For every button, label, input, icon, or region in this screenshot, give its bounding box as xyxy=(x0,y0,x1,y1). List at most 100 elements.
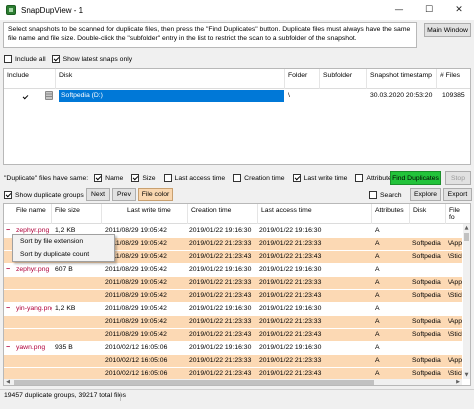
duplicate-group-row[interactable]: − yin-yang.png 1,2 KB 2011/08/29 19:05:42 20… xyxy=(4,303,462,315)
cell-folder: \Apps xyxy=(448,279,462,286)
include-all-label: Include all xyxy=(15,55,46,63)
header-file-folder[interactable]: File fo xyxy=(446,204,470,224)
duplicate-file-row[interactable]: 2011/08/29 19:05:42 2019/01/22 21:23:33 20… xyxy=(4,277,462,289)
scroll-up-icon[interactable]: ▲ xyxy=(463,224,470,232)
cell-write: 2011/08/29 19:05:42 xyxy=(105,292,167,299)
header-disk[interactable]: Disk xyxy=(410,204,446,224)
checkbox-box[interactable] xyxy=(94,174,103,182)
prev-button[interactable]: Prev xyxy=(112,188,136,201)
criteria-access-checkbox[interactable]: Last access time xyxy=(163,174,225,182)
latest-only-checkbox[interactable]: Show latest snaps only xyxy=(51,55,132,63)
explore-button[interactable]: Explore xyxy=(410,188,441,201)
cell-size: 1,2 KB xyxy=(55,305,76,312)
duplicate-file-row[interactable]: 2010/02/12 16:05:06 2019/01/22 21:23:33 20… xyxy=(4,355,462,367)
file-color-button[interactable]: File color xyxy=(138,188,173,201)
horizontal-scrollbar[interactable]: ◀ ▶ xyxy=(4,379,462,385)
snapshot-table-header: Include Disk Folder Subfolder Snapshot t… xyxy=(4,69,470,89)
criteria-name-checkbox[interactable]: Name xyxy=(94,174,123,182)
snapshot-row[interactable]: Softpedia (D:) \ 30.03.2020 20:53:20 109… xyxy=(4,90,470,102)
snapshot-timestamp: 30.03.2020 20:53:20 xyxy=(370,92,433,99)
include-checkbox[interactable] xyxy=(21,92,32,102)
results-toolbar: Show duplicate groups Next Prev File col… xyxy=(4,188,474,202)
status-bar: 19457 duplicate groups, 39217 total file… xyxy=(0,389,474,409)
snapshot-folder: \ xyxy=(288,92,290,99)
cell-creation: 2019/01/22 21:23:33 xyxy=(189,240,252,247)
cell-folder: \Stick xyxy=(448,292,462,299)
duplicate-group-row[interactable]: − zephyr.png 607 B 2011/08/29 19:05:42 2019/… xyxy=(4,264,462,276)
scroll-down-icon[interactable]: ▼ xyxy=(463,371,470,379)
stop-button[interactable]: Stop xyxy=(445,171,471,185)
cell-disk: Softpedia xyxy=(412,318,441,325)
header-file-size[interactable]: File size xyxy=(52,204,102,224)
duplicate-file-row[interactable]: 2011/08/29 19:05:42 2019/01/22 21:23:43 20… xyxy=(4,329,462,341)
duplicate-group-row[interactable]: − yawn.png 935 B 2010/02/12 16:05:06 2019/01… xyxy=(4,342,462,354)
checkbox-box[interactable] xyxy=(233,174,242,182)
header-subfolder[interactable]: Subfolder xyxy=(320,69,367,89)
cell-attr: A xyxy=(375,253,380,260)
duplicate-file-row[interactable]: 2011/08/29 19:05:42 2019/01/22 21:23:33 20… xyxy=(4,316,462,328)
checkbox-box[interactable] xyxy=(369,191,377,199)
checkbox-box[interactable] xyxy=(4,191,12,199)
collapse-icon[interactable]: − xyxy=(6,342,10,354)
snapshot-table: Include Disk Folder Subfolder Snapshot t… xyxy=(3,68,471,165)
export-button[interactable]: Export xyxy=(443,188,472,201)
maximize-icon[interactable]: ☐ xyxy=(414,0,444,20)
next-button[interactable]: Next xyxy=(86,188,110,201)
criteria-write-checkbox[interactable]: Last write time xyxy=(292,174,347,182)
checkbox-box[interactable] xyxy=(51,55,60,63)
criteria-creation-checkbox[interactable]: Creation time xyxy=(233,174,285,182)
checkbox-box[interactable] xyxy=(21,93,29,102)
cell-folder: \Stick xyxy=(448,253,462,260)
checkbox-box[interactable] xyxy=(131,174,140,182)
checkbox-box[interactable] xyxy=(292,174,301,182)
show-groups-checkbox[interactable]: Show duplicate groups xyxy=(4,191,84,199)
collapse-icon[interactable]: − xyxy=(6,303,10,315)
snapshot-files: 109385 xyxy=(442,92,465,99)
header-creation[interactable]: Creation time xyxy=(188,204,258,224)
header-file-name[interactable]: File name xyxy=(4,204,52,224)
header-disk[interactable]: Disk xyxy=(56,69,285,89)
cell-creation: 2019/01/22 19:16:30 xyxy=(189,305,252,312)
cell-attr: A xyxy=(375,227,380,234)
header-include[interactable]: Include xyxy=(4,69,56,89)
header-timestamp[interactable]: Snapshot timestamp xyxy=(367,69,437,89)
cell-name: yawn.png xyxy=(16,344,46,351)
cell-disk: Softpedia xyxy=(412,240,441,247)
header-last-access[interactable]: Last access time xyxy=(258,204,372,224)
main-window-button[interactable]: Main Window xyxy=(424,23,471,37)
collapse-icon[interactable]: − xyxy=(6,264,10,276)
header-folder[interactable]: Folder xyxy=(285,69,320,89)
collapse-icon[interactable]: − xyxy=(6,225,10,237)
close-icon[interactable]: ✕ xyxy=(444,0,474,20)
results-table: File name File size Last write time Crea… xyxy=(3,203,471,386)
results-header: File name File size Last write time Crea… xyxy=(4,204,470,224)
scroll-left-icon[interactable]: ◀ xyxy=(4,379,12,385)
header-last-write[interactable]: Last write time xyxy=(102,204,188,224)
menu-item-sort-extension[interactable]: Sort by file extension xyxy=(13,235,114,248)
menu-item-sort-count[interactable]: Sort by duplicate count xyxy=(13,248,114,261)
checkbox-box[interactable] xyxy=(355,174,364,182)
cell-disk: Softpedia xyxy=(412,253,441,260)
cell-write: 2011/08/29 19:05:42 xyxy=(105,266,167,273)
snapshot-disk-cell[interactable]: Softpedia (D:) xyxy=(59,90,284,102)
find-duplicates-button[interactable]: Find Duplicates xyxy=(390,171,441,185)
checkbox-box[interactable] xyxy=(163,174,172,182)
vertical-scrollbar[interactable]: ▲ ▼ xyxy=(463,224,470,379)
window-title: SnapDupView - 1 xyxy=(21,5,84,15)
app-icon xyxy=(6,5,16,15)
header-attributes[interactable]: Attributes xyxy=(372,204,410,224)
header-files[interactable]: # Files xyxy=(437,69,470,89)
checkbox-box[interactable] xyxy=(4,55,12,63)
cell-write: 2010/02/12 16:05:06 xyxy=(105,344,168,351)
minimize-icon[interactable]: — xyxy=(384,0,414,20)
search-checkbox[interactable]: Search xyxy=(369,191,402,199)
duplicate-file-row[interactable]: 2011/08/29 19:05:42 2019/01/22 21:23:43 20… xyxy=(4,290,462,302)
include-all-checkbox[interactable]: Include all xyxy=(4,55,46,63)
cell-creation: 2019/01/22 19:16:30 xyxy=(189,266,252,273)
criteria-size-checkbox[interactable]: Size xyxy=(131,174,156,182)
scroll-right-icon[interactable]: ▶ xyxy=(454,379,462,385)
context-menu: Sort by file extension Sort by duplicate… xyxy=(12,234,115,262)
scroll-thumb[interactable] xyxy=(464,233,469,241)
cell-creation: 2019/01/22 21:23:33 xyxy=(189,279,252,286)
scroll-thumb[interactable] xyxy=(14,380,374,385)
